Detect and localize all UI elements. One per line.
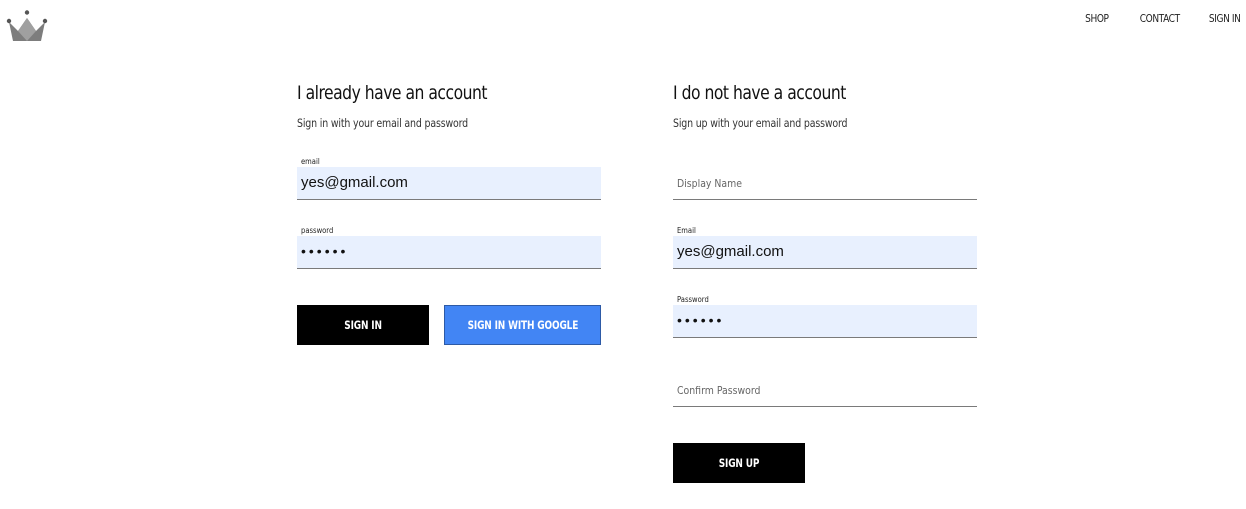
sign-up-button[interactable]: SIGN UP [673, 443, 805, 483]
sign-up-panel: I do not have a account Sign up with you… [673, 80, 977, 483]
sign-in-email-field[interactable]: email yes@gmail.com [297, 157, 601, 200]
nav-shop-link[interactable]: SHOP [1085, 12, 1109, 25]
email-label: Email [677, 226, 696, 235]
sign-in-password-field[interactable]: password •••••• [297, 226, 601, 269]
sign-in-button-label: SIGN IN [344, 318, 382, 332]
email-value: yes@gmail.com [301, 174, 408, 191]
confirm-password-placeholder: Confirm Password [677, 384, 761, 397]
top-nav: SHOP CONTACT SIGN IN [1080, 12, 1240, 25]
sign-in-button[interactable]: SIGN IN [297, 305, 429, 345]
sign-in-title: I already have an account [297, 82, 488, 104]
crown-icon[interactable] [6, 9, 48, 43]
nav-signin-link[interactable]: SIGN IN [1208, 12, 1240, 25]
nav-contact-link[interactable]: CONTACT [1140, 12, 1180, 25]
password-value: •••••• [301, 243, 349, 259]
sign-up-email-field[interactable]: Email yes@gmail.com [673, 226, 977, 269]
password-value: •••••• [677, 312, 725, 328]
confirm-password-field[interactable]: Confirm Password [673, 374, 977, 407]
email-value: yes@gmail.com [677, 243, 784, 260]
sign-in-panel: I already have an account Sign in with y… [297, 80, 601, 345]
sign-up-password-field[interactable]: Password •••••• [673, 295, 977, 338]
sign-up-subtitle: Sign up with your email and password [673, 116, 848, 130]
sign-in-with-google-button[interactable]: SIGN IN WITH GOOGLE [444, 305, 601, 345]
display-name-placeholder: Display Name [677, 177, 743, 190]
sign-in-with-google-label: SIGN IN WITH GOOGLE [467, 318, 578, 332]
display-name-field[interactable]: Display Name [673, 167, 977, 200]
password-label: password [301, 226, 334, 235]
sign-up-title: I do not have a account [673, 82, 846, 104]
sign-up-button-label: SIGN UP [718, 456, 760, 470]
password-label: Password [677, 295, 709, 304]
sign-in-subtitle: Sign in with your email and password [297, 116, 468, 130]
email-label: email [301, 157, 320, 166]
